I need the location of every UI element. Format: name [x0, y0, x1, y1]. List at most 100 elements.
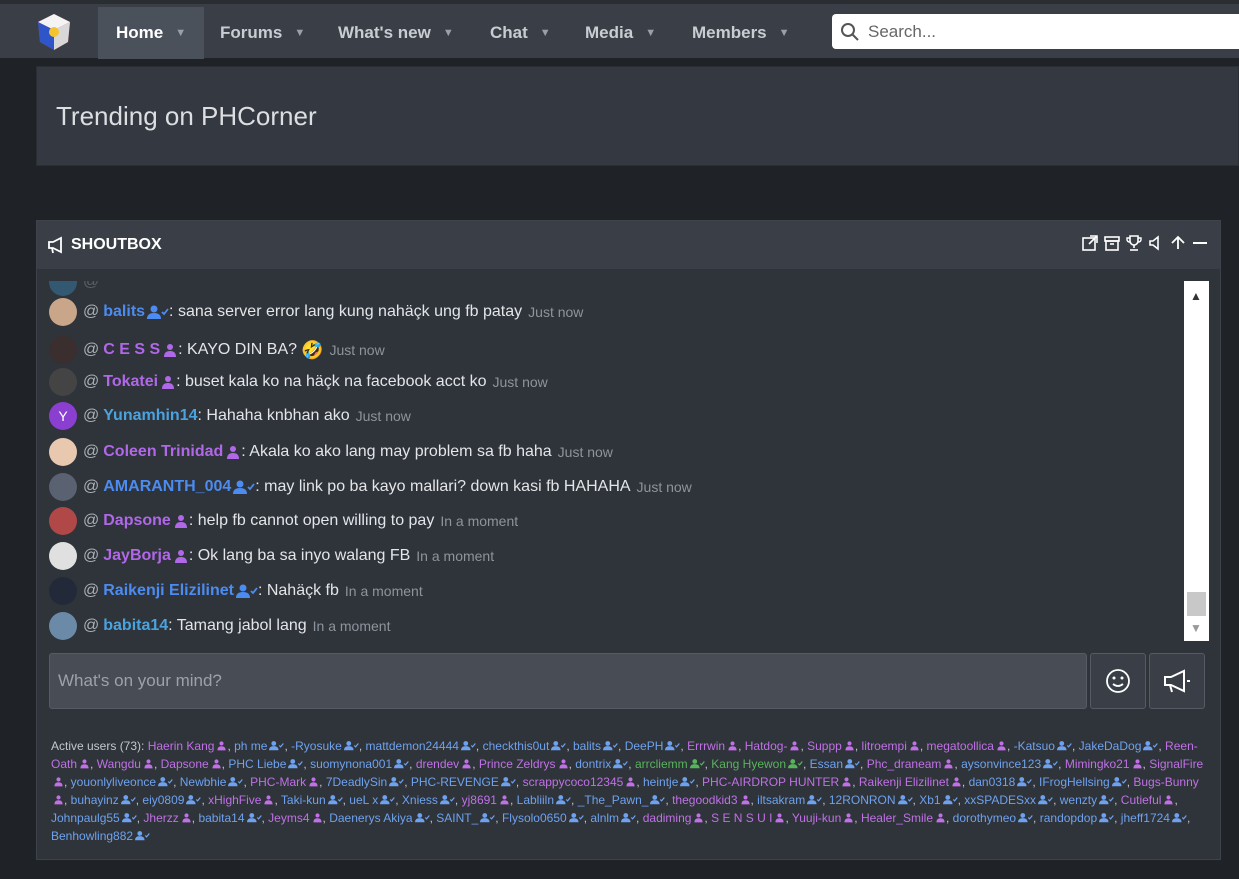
avatar[interactable]: [49, 368, 77, 396]
active-user-link[interactable]: suomynona001: [307, 757, 392, 771]
active-user-link[interactable]: -Katsuo: [1010, 739, 1055, 753]
active-user-link[interactable]: heintje: [640, 775, 678, 789]
username-link[interactable]: Yunamhin14: [103, 407, 197, 425]
compose-box[interactable]: [49, 653, 1087, 709]
chevron-down-icon[interactable]: ▼: [175, 27, 186, 39]
nav-members[interactable]: Members ▼: [674, 7, 808, 59]
active-user-link[interactable]: DeePH: [621, 739, 664, 753]
active-user-link[interactable]: Suppp: [804, 739, 842, 753]
active-user-link[interactable]: eiy0809: [139, 793, 184, 807]
chevron-down-icon[interactable]: ▼: [645, 27, 656, 39]
mention-button[interactable]: @: [83, 407, 99, 425]
avatar[interactable]: [49, 542, 77, 570]
active-user-link[interactable]: dorothymeo: [949, 811, 1016, 825]
emoji-button[interactable]: [1090, 653, 1146, 709]
active-user-link[interactable]: Flysolo0650: [499, 811, 567, 825]
message-scrollbar[interactable]: ▲ ▼: [1184, 281, 1209, 641]
avatar[interactable]: [49, 507, 77, 535]
active-user-link[interactable]: Kang Hyewon: [708, 757, 786, 771]
avatar[interactable]: [49, 473, 77, 501]
active-user-link[interactable]: Haerin Kang: [148, 739, 215, 753]
chevron-down-icon[interactable]: ▼: [540, 27, 551, 39]
chevron-down-icon[interactable]: ▼: [779, 27, 790, 39]
external-link-icon[interactable]: [1080, 233, 1100, 253]
active-user-link[interactable]: -Ryosuke: [288, 739, 342, 753]
active-user-link[interactable]: Taki-kun: [278, 793, 326, 807]
active-user-link[interactable]: PHC-AIRDROP HUNTER: [699, 775, 839, 789]
active-user-link[interactable]: buhayinz: [67, 793, 119, 807]
active-user-link[interactable]: Healer_Smile: [858, 811, 933, 825]
active-user-link[interactable]: SignalFire: [1146, 757, 1203, 771]
nav-chat[interactable]: Chat ▼: [472, 7, 569, 59]
active-user-link[interactable]: thegoodkid3: [669, 793, 737, 807]
arrow-up-icon[interactable]: [1168, 233, 1188, 253]
nav-media[interactable]: Media ▼: [567, 7, 674, 59]
active-user-link[interactable]: PHC-Mark: [247, 775, 306, 789]
active-user-link[interactable]: Xniess: [399, 793, 438, 807]
mention-button[interactable]: @: [83, 582, 99, 600]
active-user-link[interactable]: Bugs-Bunny: [1130, 775, 1198, 789]
site-logo-icon[interactable]: [34, 12, 74, 52]
active-user-link[interactable]: 12RONRON: [826, 793, 896, 807]
active-user-link[interactable]: litroempi: [858, 739, 907, 753]
active-user-link[interactable]: ueL x: [346, 793, 378, 807]
shout-send-button[interactable]: [1149, 653, 1205, 709]
active-user-link[interactable]: randopdop: [1036, 811, 1097, 825]
scroll-down-arrow-icon[interactable]: ▼: [1190, 621, 1202, 635]
active-user-link[interactable]: Daenerys Akiya: [326, 811, 412, 825]
mention-button[interactable]: @: [83, 373, 99, 391]
active-user-link[interactable]: jheff1724: [1117, 811, 1170, 825]
active-user-link[interactable]: wenzty: [1056, 793, 1097, 807]
active-user-link[interactable]: mattdemon24444: [362, 739, 459, 753]
chevron-down-icon[interactable]: ▼: [294, 27, 305, 39]
active-user-link[interactable]: 7DeadlySin: [322, 775, 387, 789]
username-link[interactable]: balits: [103, 303, 145, 321]
active-user-link[interactable]: xHighFive: [205, 793, 261, 807]
active-user-link[interactable]: Jeyms4: [265, 811, 309, 825]
active-user-link[interactable]: balits: [570, 739, 601, 753]
avatar[interactable]: [49, 336, 77, 364]
active-user-link[interactable]: alnlm: [587, 811, 619, 825]
username-link[interactable]: Dapsone: [103, 512, 171, 530]
scrollbar-thumb[interactable]: [1187, 592, 1206, 616]
active-user-link[interactable]: Dapsone: [157, 757, 209, 771]
search-input[interactable]: [868, 21, 1228, 42]
active-user-link[interactable]: drendev: [412, 757, 459, 771]
active-user-link[interactable]: Jherzz: [140, 811, 178, 825]
active-user-link[interactable]: Errrwin: [684, 739, 725, 753]
avatar[interactable]: Y: [49, 402, 77, 430]
mention-button[interactable]: @: [83, 303, 99, 321]
active-user-link[interactable]: Cutieful: [1117, 793, 1162, 807]
scroll-up-arrow-icon[interactable]: ▲: [1190, 289, 1202, 303]
mention-button[interactable]: @: [83, 478, 99, 496]
active-user-link[interactable]: arrcliemm: [632, 757, 688, 771]
active-user-link[interactable]: SAINT_: [433, 811, 478, 825]
active-user-link[interactable]: PHC-REVENGE: [408, 775, 499, 789]
mention-button[interactable]: @: [83, 512, 99, 530]
active-user-link[interactable]: _The_Pawn_: [574, 793, 649, 807]
active-user-link[interactable]: checkthis0ut: [479, 739, 550, 753]
nav-whats-new[interactable]: What's new ▼: [320, 7, 472, 59]
active-user-link[interactable]: Labliiln: [513, 793, 554, 807]
mention-button[interactable]: @: [83, 341, 99, 359]
active-user-link[interactable]: ph me: [231, 739, 267, 753]
search-box[interactable]: [832, 14, 1239, 49]
avatar[interactable]: [49, 438, 77, 466]
username-link[interactable]: JayBorja: [103, 547, 171, 565]
active-user-link[interactable]: babita14: [195, 811, 244, 825]
active-user-link[interactable]: dan0318: [965, 775, 1016, 789]
chevron-down-icon[interactable]: ▼: [443, 27, 454, 39]
message-input[interactable]: [50, 654, 1086, 708]
message-list[interactable]: @ @ balits: sana server error lang kung n…: [49, 281, 1209, 641]
active-user-link[interactable]: iltsakram: [754, 793, 805, 807]
active-user-link[interactable]: xxSPADESxx: [961, 793, 1036, 807]
username-link[interactable]: C E S S: [103, 341, 160, 359]
minimize-icon[interactable]: [1190, 233, 1210, 253]
active-user-link[interactable]: dontrix: [572, 757, 611, 771]
active-user-link[interactable]: Benhowling882: [51, 829, 133, 843]
active-user-link[interactable]: Wangdu: [93, 757, 141, 771]
avatar[interactable]: [49, 612, 77, 640]
active-user-link[interactable]: dadiming: [639, 811, 692, 825]
nav-forums[interactable]: Forums ▼: [202, 7, 323, 59]
active-user-link[interactable]: Essan: [806, 757, 843, 771]
